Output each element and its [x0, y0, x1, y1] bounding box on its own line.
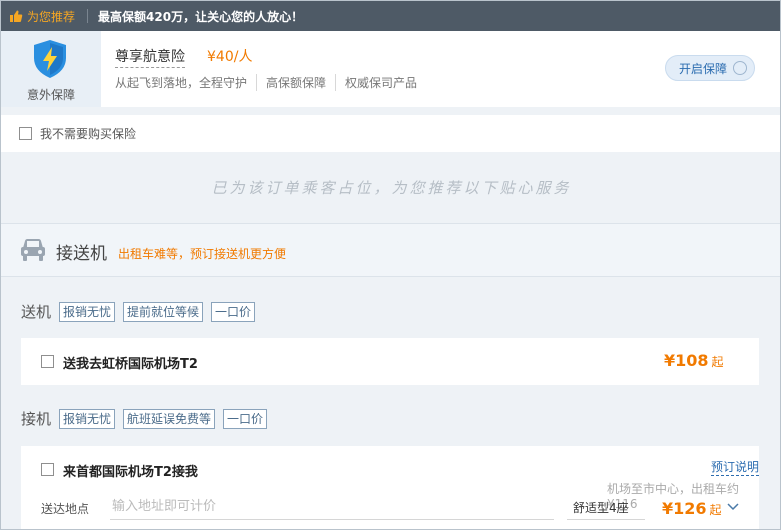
dropoff-checkbox[interactable] [41, 355, 54, 368]
no-insurance-row: 我不需要购买保险 [1, 115, 780, 152]
service-tag: 一口价 [223, 408, 268, 429]
booking-info-link[interactable]: 预订说明 [711, 458, 759, 476]
no-insurance-checkbox[interactable] [19, 127, 32, 140]
pickup-section-header: 接送机 出租车难等，预订接送机更方便 [1, 223, 780, 277]
pickup-service-row: 来首都国际机场T2接我 预订说明 机场至市中心，出租车约¥116 送达地点 舒适… [21, 446, 759, 529]
pickup-group-title: 接机 [21, 410, 52, 428]
dropoff-item-name: 送我去虹桥国际机场T2 [63, 357, 198, 372]
pickup-price: ¥126 起 [662, 499, 722, 518]
insurance-card: 意外保障 尊享航意险 ¥40/人 从起飞到落地，全程守护 高保额保障 权威保司产… [1, 31, 780, 107]
booking-page: 为您推荐 最高保额420万，让关心您的人放心！ 意外保障 尊享航意险 ¥40/人… [0, 0, 781, 530]
pickup-checkbox[interactable] [41, 463, 54, 476]
service-tag: 航班延误免费等 [123, 408, 216, 429]
insurance-feature: 高保额保障 [266, 74, 337, 91]
chevron-down-icon[interactable] [727, 502, 739, 512]
recommend-banner: 为您推荐 最高保额420万，让关心您的人放心！ [1, 1, 780, 31]
dropoff-group-header: 送机 报销无忧 提前就位等候 一口价 [21, 301, 263, 322]
recommend-tag-label: 为您推荐 [27, 9, 76, 24]
banner-message: 最高保额420万，让关心您的人放心！ [98, 9, 304, 24]
insurance-title[interactable]: 尊享航意险 [115, 46, 185, 68]
radio-circle-icon [733, 61, 747, 75]
insurance-category: 意外保障 [1, 31, 101, 107]
car-type-select[interactable]: 舒适型4座 [567, 496, 645, 520]
car-icon [21, 239, 45, 261]
no-insurance-label: 我不需要购买保险 [40, 127, 137, 141]
enable-insurance-label: 开启保障 [679, 61, 728, 76]
shield-lightning-icon [34, 40, 66, 78]
dropoff-price-unit: 起 [711, 355, 724, 369]
thumbs-up-icon [10, 10, 23, 22]
insurance-feature: 从起飞到落地，全程守护 [115, 74, 258, 91]
pickup-item-name: 来首都国际机场T2接我 [63, 465, 198, 480]
pickup-group-header: 接机 报销无忧 航班延误免费等 一口价 [21, 408, 275, 429]
insurance-category-label: 意外保障 [26, 88, 75, 102]
pickup-section-title: 接送机 [56, 244, 107, 264]
service-tag: 报销无忧 [59, 408, 116, 429]
address-label: 送达地点 [41, 502, 90, 516]
pickup-price-unit: 起 [709, 503, 722, 517]
dropoff-group-title: 送机 [21, 303, 52, 321]
pickup-section-subtitle: 出租车难等，预订接送机更方便 [118, 247, 287, 261]
insurance-features: 从起飞到落地，全程守护 高保额保障 权威保司产品 [115, 74, 435, 91]
service-tag: 一口价 [211, 301, 256, 322]
dropoff-price: ¥108 起 [664, 351, 724, 370]
service-tag: 报销无忧 [59, 301, 116, 322]
insurance-price: ¥40/人 [207, 49, 253, 65]
dropoff-service-row: 送我去虹桥国际机场T2 ¥108 起 [21, 338, 759, 385]
insurance-feature: 权威保司产品 [345, 76, 418, 90]
pickup-price-value: ¥126 [662, 499, 707, 518]
service-intro-text: 已为该订单乘客占位，为您推荐以下贴心服务 [211, 179, 572, 197]
service-tag: 提前就位等候 [123, 301, 204, 322]
banner-divider [87, 9, 89, 23]
recommend-tag: 为您推荐 [1, 1, 83, 31]
address-input[interactable] [110, 494, 554, 520]
enable-insurance-button[interactable]: 开启保障 [665, 55, 755, 81]
dropoff-price-value: ¥108 [664, 351, 709, 370]
